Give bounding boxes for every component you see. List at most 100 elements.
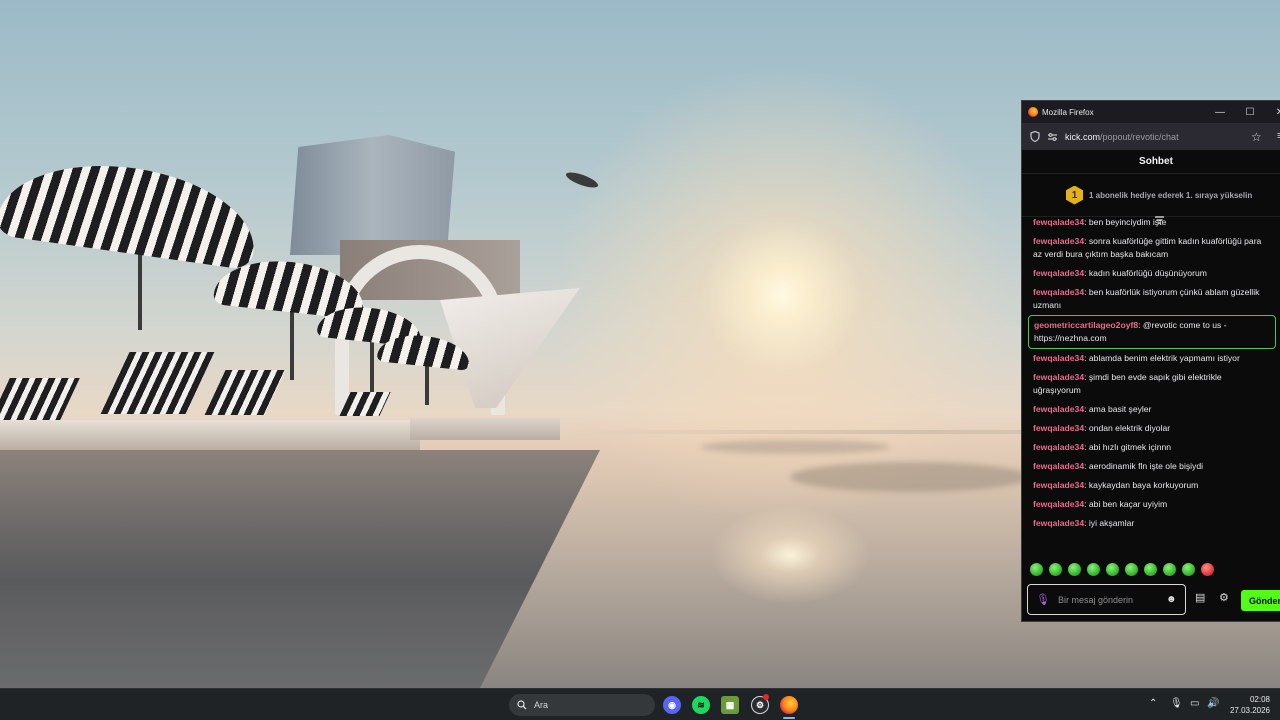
pool-deck (410, 418, 560, 440)
clock-date: 27.03.2026 (1229, 706, 1270, 715)
chat-message-text: : kaykaydan baya korkuyorum (1084, 480, 1199, 490)
address-bar[interactable]: kick.com/popout/revotic/chat ☆ ≡ (1022, 123, 1280, 150)
chat-username[interactable]: fewqalade34 (1033, 461, 1084, 471)
chat-message[interactable]: fewqalade34: ablamda benim elektrik yapm… (1022, 349, 1280, 368)
system-clock[interactable]: 02:08 27.03.2026 (1226, 694, 1270, 716)
chat-username[interactable]: fewqalade34 (1033, 353, 1084, 363)
chat-username[interactable]: fewqalade34 (1033, 236, 1084, 246)
minecraft-icon[interactable]: ▦ (721, 696, 739, 714)
emote-icon[interactable] (1201, 563, 1214, 576)
chat-message-input[interactable] (1055, 593, 1160, 606)
hotel-tower (290, 135, 455, 255)
chat-username[interactable]: fewqalade34 (1033, 442, 1084, 452)
chat-input-box[interactable]: 🎙 ☻ (1027, 584, 1186, 615)
emote-icon[interactable] (1144, 563, 1157, 576)
umbrella (0, 150, 263, 271)
emote-icon[interactable] (1106, 563, 1119, 576)
network-icon[interactable]: ▭ (1190, 698, 1199, 709)
window-title: Mozilla Firefox (1042, 107, 1094, 117)
chat-message[interactable]: fewqalade34: ondan elektrik diyolar (1022, 419, 1280, 438)
chat-message[interactable]: fewqalade34: ama basit şeyler (1022, 400, 1280, 419)
chat-title: Sohbet (1022, 150, 1280, 174)
show-hidden-icons-chevron-icon[interactable]: ⌃ (1149, 698, 1157, 709)
search-label: Ara (534, 700, 549, 710)
active-app-indicator (783, 717, 795, 719)
chat-message[interactable]: fewqalade34: şimdi ben evde sapık gibi e… (1022, 368, 1280, 400)
water-reflection (0, 450, 600, 688)
url-text[interactable]: kick.com/popout/revotic/chat (1065, 132, 1179, 142)
scroll-to-bottom-icon[interactable] (1154, 216, 1165, 228)
chat-username[interactable]: fewqalade34 (1033, 499, 1084, 509)
chat-message[interactable]: fewqalade34: aerodinamik fln işte ole bi… (1022, 457, 1280, 476)
chat-username[interactable]: fewqalade34 (1033, 268, 1084, 278)
chat-message-text: : ama basit şeyler (1084, 404, 1152, 414)
emote-bar (1030, 563, 1214, 576)
chat-message[interactable]: fewqalade34: kadın kuaförlüğü düşünüyoru… (1022, 264, 1280, 283)
emote-icon[interactable] (1125, 563, 1138, 576)
chat-username[interactable]: fewqalade34 (1033, 518, 1084, 528)
sun-reflection (700, 500, 880, 610)
chat-message[interactable]: fewqalade34: kaykaydan baya korkuyorum (1022, 476, 1280, 495)
spotify-icon[interactable]: ≋ (692, 696, 710, 714)
chat-message-text: : ondan elektrik diyolar (1084, 423, 1171, 433)
discord-icon[interactable]: ◉ (663, 696, 681, 714)
sun-lounger (0, 378, 80, 420)
chat-message[interactable]: fewqalade34: abi hızlı gitmek içinnn (1022, 438, 1280, 457)
taskbar-search[interactable]: Ara (509, 694, 655, 716)
chat-username[interactable]: fewqalade34 (1033, 404, 1084, 414)
chat-username[interactable]: fewqalade34 (1033, 219, 1084, 227)
chat-message-text: : ablamda benim elektrik yapmamı istiyor (1084, 353, 1240, 363)
chat-message-text: : iyi akşamlar (1084, 518, 1135, 528)
emote-icon[interactable] (1030, 563, 1043, 576)
chat-username[interactable]: fewqalade34 (1033, 480, 1084, 490)
start-button[interactable] (483, 697, 500, 714)
chat-message[interactable]: fewqalade34: ben kuaförlük istiyorum çün… (1022, 283, 1280, 315)
microphone-tray-icon[interactable]: 🎙 (1170, 698, 1183, 709)
chat-message[interactable]: fewqalade34: ben beyinciydim işte (1022, 219, 1280, 232)
distant-island (700, 440, 890, 454)
close-button[interactable]: ✕ (1266, 101, 1280, 123)
shield-icon[interactable] (1030, 131, 1040, 142)
gift-store-icon[interactable]: ▤ (1195, 591, 1205, 604)
emote-icon[interactable] (1068, 563, 1081, 576)
chat-message-text: : abi ben kaçar uyiyim (1084, 499, 1168, 509)
emote-icon[interactable] (1087, 563, 1100, 576)
chat-message[interactable]: fewqalade34: iyi akşamlar (1022, 514, 1280, 533)
chat-message-list[interactable]: fewqalade34: ben beyinciydim işte fewqala… (1022, 219, 1280, 559)
firefox-logo-icon (1028, 107, 1038, 117)
microphone-icon[interactable]: 🎙 (1036, 593, 1050, 606)
window-titlebar[interactable]: Mozilla Firefox — ☐ ✕ (1022, 101, 1280, 123)
send-button[interactable]: Gönder (1241, 590, 1280, 611)
emote-icon[interactable] (1163, 563, 1176, 576)
banner-text: 1 abonelik hediye ederek 1. sıraya yükse… (1089, 190, 1253, 200)
rank-badge: 1 (1066, 185, 1083, 205)
chat-username[interactable]: fewqalade34 (1033, 372, 1084, 382)
search-icon (517, 700, 527, 710)
minimize-button[interactable]: — (1206, 101, 1234, 123)
permissions-icon[interactable] (1047, 132, 1058, 142)
clock-time: 02:08 (1249, 695, 1270, 704)
firefox-taskbar-icon[interactable] (780, 696, 798, 714)
bird (564, 169, 600, 191)
chat-username[interactable]: fewqalade34 (1033, 287, 1084, 297)
settings-gear-icon[interactable]: ⚙ (1219, 591, 1229, 604)
notification-badge (763, 694, 769, 700)
chat-message-text: : aerodinamik fln işte ole bişiydi (1084, 461, 1204, 471)
bookmark-star-icon[interactable]: ☆ (1251, 130, 1262, 144)
chat-username[interactable]: geometriccartilageo2oyf8 (1034, 320, 1138, 330)
chat-message[interactable]: fewqalade34: abi ben kaçar uyiyim (1022, 495, 1280, 514)
emote-icon[interactable] (1049, 563, 1062, 576)
emote-icon[interactable] (1182, 563, 1195, 576)
distant-island (790, 462, 1030, 492)
emoji-picker-icon[interactable]: ☻ (1166, 594, 1177, 605)
subscription-leaderboard-banner[interactable]: 1 1 abonelik hediye ederek 1. sıraya yük… (1022, 174, 1280, 217)
chat-username[interactable]: fewqalade34 (1033, 423, 1084, 433)
chat-message[interactable]: fewqalade34: sonra kuaförlüğe gittim kad… (1022, 232, 1280, 264)
chat-message[interactable]: geometriccartilageo2oyf8: @revotic come … (1028, 315, 1276, 349)
firefox-window: Mozilla Firefox — ☐ ✕ kick.com/popout/re… (1021, 100, 1280, 622)
sun-lounger (100, 352, 215, 414)
volume-icon[interactable]: 🔊 (1207, 698, 1219, 709)
windows-taskbar: Ara ◉ ≋ ▦ ⚙ ⌃ 🎙 ▭ 🔊 02:08 27.03.2026 (0, 688, 1280, 720)
pool-deck (0, 420, 420, 450)
maximize-button[interactable]: ☐ (1236, 101, 1264, 123)
